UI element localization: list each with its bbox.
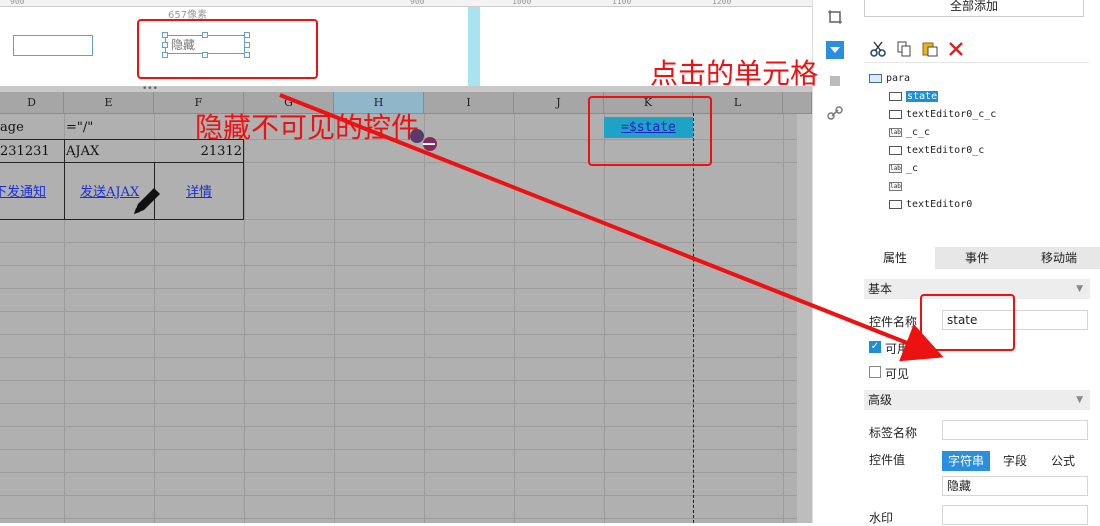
- annotation-arrows: [279, 93, 944, 362]
- annotation-arrow: [279, 93, 944, 362]
